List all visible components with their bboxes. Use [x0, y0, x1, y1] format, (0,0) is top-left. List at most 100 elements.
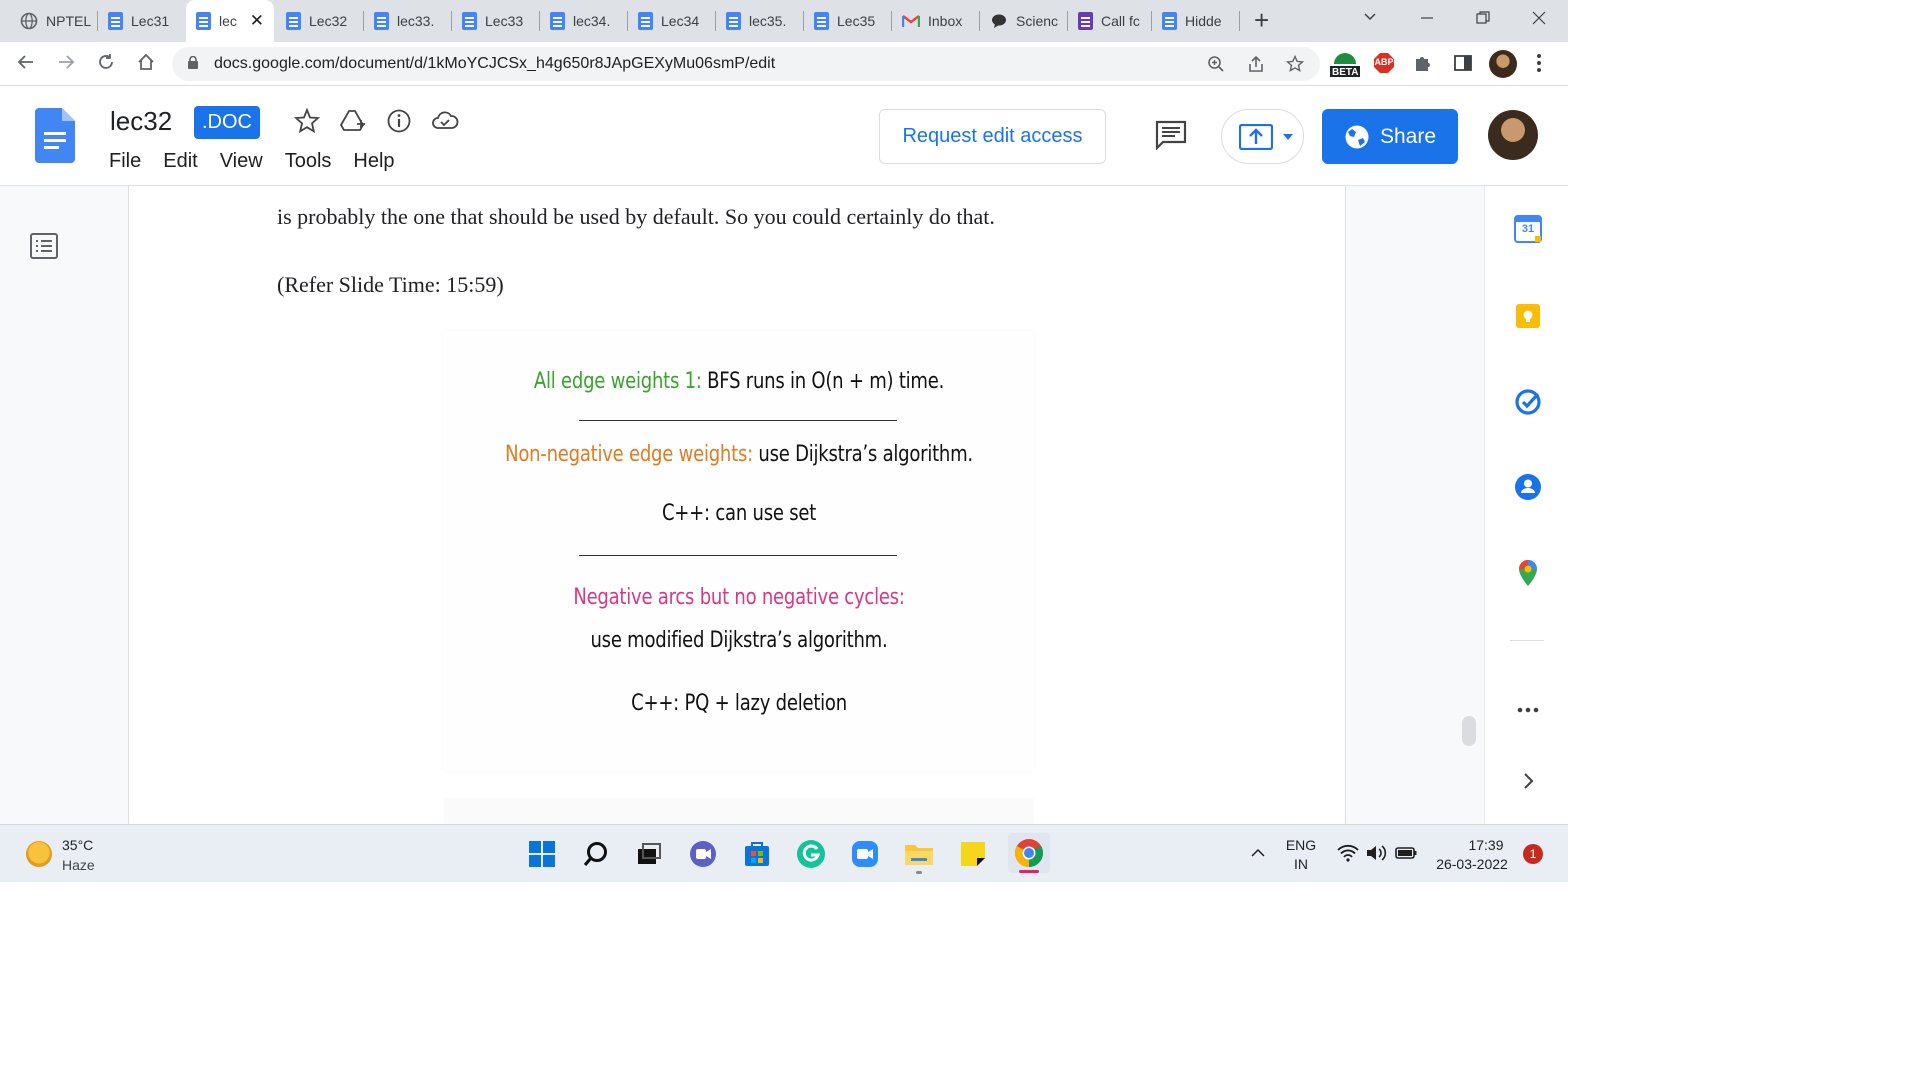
google-docs-logo-icon[interactable]	[35, 108, 75, 163]
menu-view[interactable]: View	[220, 150, 263, 173]
tab-nptel[interactable]: NPTEL	[10, 0, 98, 42]
browser-menu-icon[interactable]	[1536, 53, 1542, 78]
running-indicator	[916, 871, 922, 874]
account-avatar[interactable]	[1488, 110, 1538, 160]
adblock-extension-icon[interactable]: ABP	[1373, 52, 1395, 79]
star-icon[interactable]	[293, 107, 321, 134]
weather-temperature[interactable]: 35°C	[62, 837, 93, 853]
close-tab-icon[interactable]: ✕	[250, 11, 264, 31]
tab-lec34-doc[interactable]: lec34.	[540, 0, 628, 42]
window-close-icon[interactable]	[1531, 10, 1547, 31]
restore-icon[interactable]	[1475, 10, 1491, 31]
file-explorer-icon[interactable]	[904, 839, 934, 874]
comments-icon[interactable]	[1155, 120, 1187, 155]
document-title[interactable]: lec32	[110, 106, 172, 137]
chrome-taskbar-icon[interactable]	[1008, 833, 1050, 873]
weather-haze-icon[interactable]	[26, 841, 52, 867]
tab-label: Hidde	[1185, 13, 1222, 29]
language-region[interactable]: IN	[1282, 856, 1320, 872]
wifi-icon[interactable]	[1336, 841, 1360, 865]
tab-inbox[interactable]: Inbox	[892, 0, 980, 42]
bookmark-star-icon[interactable]	[1285, 54, 1305, 78]
file-type-badge: .DOC	[194, 106, 260, 139]
maps-icon[interactable]	[1513, 558, 1543, 588]
tab-label: lec34.	[573, 13, 611, 29]
forward-arrow-icon[interactable]	[56, 52, 76, 78]
docs-icon	[462, 12, 477, 30]
slide-highlight-green: All edge weights 1:	[533, 369, 702, 394]
task-view-icon[interactable]	[634, 839, 664, 869]
notification-badge[interactable]: 1	[1523, 844, 1543, 864]
url-text: docs.google.com/document/d/1kMoYCJCSx_h4…	[214, 55, 776, 72]
more-apps-icon[interactable]	[1513, 695, 1543, 725]
slide-text: BFS runs in O(n + m) time.	[701, 369, 945, 394]
reload-icon[interactable]	[96, 52, 116, 78]
tray-chevron-up-icon[interactable]	[1246, 841, 1270, 865]
address-bar[interactable]: docs.google.com/document/d/1kMoYCJCSx_h4…	[172, 47, 1320, 81]
grammarly-icon[interactable]	[796, 839, 826, 869]
tab-science[interactable]: Scienc	[980, 0, 1068, 42]
windows-start-icon[interactable]	[527, 839, 557, 869]
share-button[interactable]: Share	[1322, 109, 1458, 164]
browser-profile-avatar[interactable]	[1489, 50, 1517, 78]
new-tab-button[interactable]: +	[1254, 7, 1269, 33]
tab-lec32[interactable]: Lec32	[276, 0, 364, 42]
request-edit-access-button[interactable]: Request edit access	[879, 109, 1106, 164]
tab-hidden[interactable]: Hidde	[1152, 0, 1240, 42]
tab-lec33-doc[interactable]: lec33.	[364, 0, 452, 42]
tab-lec33[interactable]: Lec33	[452, 0, 540, 42]
battery-icon[interactable]	[1394, 841, 1418, 865]
slide-line-cpp-pq: C++: PQ + lazy deletion	[631, 691, 847, 716]
tab-lec-active[interactable]: lec ✕	[186, 0, 274, 42]
teams-chat-icon[interactable]	[688, 839, 718, 869]
expand-panel-chevron-icon[interactable]	[1513, 766, 1543, 796]
clock-time[interactable]: 17:39	[1460, 837, 1512, 853]
windows-taskbar: 35°C Haze ENG IN 17:39 26-03-2022 1	[0, 824, 1568, 882]
menu-file[interactable]: File	[109, 150, 141, 173]
clock-date[interactable]: 26-03-2022	[1430, 856, 1514, 872]
menu-tools[interactable]: Tools	[285, 150, 332, 173]
volume-icon[interactable]	[1365, 841, 1389, 865]
slide-divider	[579, 420, 897, 421]
side-panel-icon[interactable]	[1453, 53, 1473, 78]
tab-lec31[interactable]: Lec31	[98, 0, 186, 42]
calendar-icon[interactable]: 31	[1513, 214, 1543, 244]
scrollbar-thumb[interactable]	[1462, 716, 1476, 746]
keep-icon[interactable]	[1513, 301, 1543, 331]
contacts-icon[interactable]	[1513, 472, 1543, 502]
sticky-notes-icon[interactable]	[958, 839, 988, 869]
present-button[interactable]	[1221, 109, 1304, 164]
back-arrow-icon[interactable]	[16, 52, 36, 78]
tab-label: Call fc	[1101, 13, 1140, 29]
tasks-icon[interactable]	[1513, 387, 1543, 417]
menu-edit[interactable]: Edit	[163, 150, 197, 173]
globe-icon	[20, 12, 38, 30]
docs-icon	[638, 12, 653, 30]
tab-lec35[interactable]: Lec35	[804, 0, 892, 42]
document-outline-icon[interactable]	[30, 233, 58, 264]
cloud-saved-icon[interactable]	[431, 108, 459, 134]
menu-bar: File Edit View Tools Help	[109, 150, 417, 173]
extensions-puzzle-icon[interactable]	[1413, 53, 1433, 78]
menu-help[interactable]: Help	[353, 150, 394, 173]
share-page-icon[interactable]	[1247, 55, 1265, 78]
minimize-icon[interactable]	[1419, 10, 1435, 31]
tab-lec35-doc[interactable]: lec35.	[716, 0, 804, 42]
info-icon[interactable]	[386, 108, 412, 134]
docs-icon	[374, 12, 389, 30]
tab-search-chevron-icon[interactable]	[1362, 8, 1378, 29]
docs-icon	[196, 12, 211, 30]
microsoft-store-icon[interactable]	[742, 839, 772, 869]
tab-lec34[interactable]: Lec34	[628, 0, 716, 42]
add-to-drive-icon[interactable]	[339, 108, 366, 134]
beta-extension-icon[interactable]: BETA	[1330, 50, 1360, 83]
tab-call-for[interactable]: Call fc	[1068, 0, 1152, 42]
present-dropdown-icon[interactable]	[1282, 133, 1294, 141]
zoom-icon[interactable]	[1207, 55, 1225, 78]
language-indicator[interactable]: ENG	[1282, 837, 1320, 853]
search-icon[interactable]	[581, 839, 611, 869]
home-icon[interactable]	[136, 52, 156, 78]
weather-condition[interactable]: Haze	[62, 857, 95, 873]
zoom-app-icon[interactable]	[850, 839, 880, 869]
document-page[interactable]: is probably the one that should be used …	[128, 186, 1346, 824]
